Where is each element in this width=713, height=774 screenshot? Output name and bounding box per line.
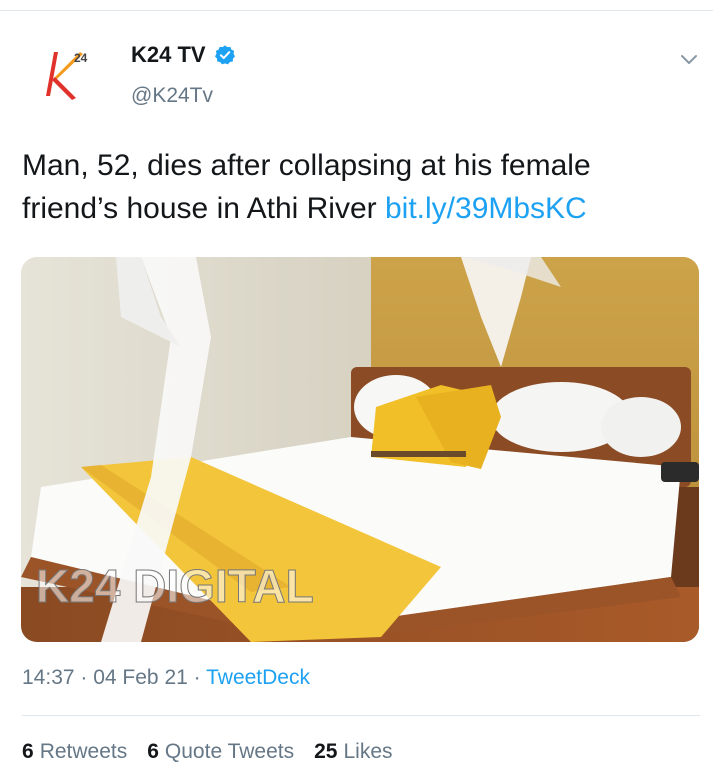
svg-text:24: 24 [74,51,88,65]
likes-stat[interactable]: 25 Likes [314,740,392,764]
chevron-down-icon[interactable] [678,48,700,70]
quote-tweets-count: 6 [147,740,159,763]
retweets-stat[interactable]: 6 Retweets [22,740,127,764]
tweet-meta: 14:37 · 04 Feb 21 · TweetDeck [22,666,310,690]
retweets-label: Retweets [39,740,128,763]
tweet-text: Man, 52, dies after collapsing at his fe… [22,144,692,230]
author-handle[interactable]: @K24Tv [131,84,213,108]
author-name-row[interactable]: K24 TV [131,42,236,68]
likes-count: 25 [314,740,338,763]
tweet-image[interactable]: K24 DIGITAL [21,257,699,642]
tweet-time[interactable]: 14:37 [22,666,75,689]
verified-badge-icon [214,45,235,65]
tweet-date[interactable]: 04 Feb 21 [93,666,188,689]
retweets-count: 6 [22,740,34,763]
k24-logo-avatar[interactable]: 24 [36,44,96,104]
separator: · [74,666,94,689]
tweet-link[interactable]: bit.ly/39MbsKC [385,192,587,225]
quote-tweets-label: Quote Tweets [164,740,295,763]
quote-tweets-stat[interactable]: 6 Quote Tweets [147,740,294,764]
display-name[interactable]: K24 TV [131,42,206,68]
tweet-stats: 6 Retweets 6 Quote Tweets 25 Likes [22,740,393,764]
likes-label: Likes [343,740,393,763]
image-watermark: K24 DIGITAL [36,560,314,612]
tweet-source[interactable]: TweetDeck [206,666,310,689]
stats-divider [22,715,700,716]
top-divider [0,10,713,11]
separator: · [187,666,207,689]
